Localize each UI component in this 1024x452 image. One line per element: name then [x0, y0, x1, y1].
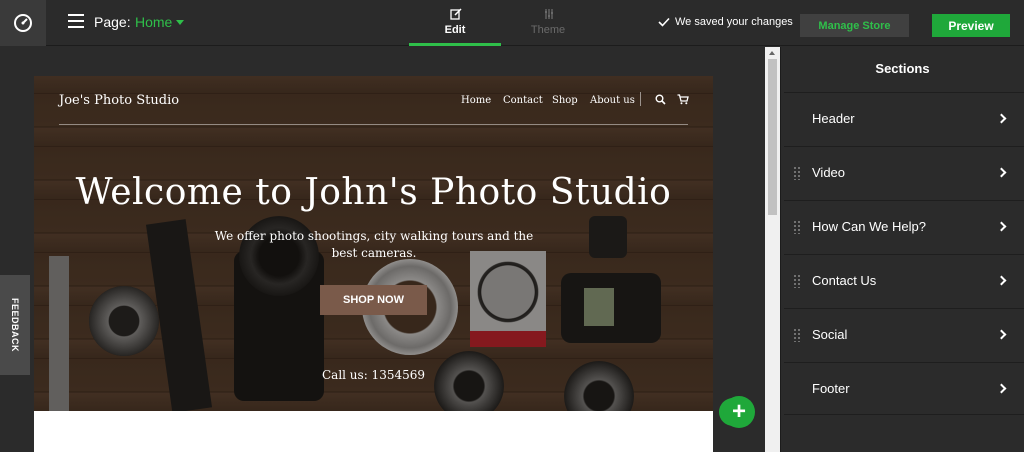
top-toolbar: Page: Home Edit Theme We saved your chan… [0, 0, 1024, 46]
save-status: We saved your changes [658, 16, 793, 28]
call-us-text[interactable]: Call us: 1354569 [34, 368, 713, 382]
chevron-right-icon [996, 383, 1007, 394]
page-select[interactable]: Home [135, 14, 172, 30]
section-item-video[interactable]: Video [784, 146, 1024, 199]
tab-edit[interactable]: Edit [409, 0, 501, 46]
nav-separator [640, 92, 641, 106]
feedback-tab[interactable]: FEEDBACK [0, 275, 30, 375]
nav-link-home[interactable]: Home [461, 95, 491, 106]
caret-down-icon[interactable] [176, 20, 184, 25]
manage-store-button[interactable]: Manage Store [800, 14, 909, 37]
section-item-label: How Can We Help? [812, 219, 926, 234]
chevron-right-icon [996, 329, 1007, 340]
editor-canvas: Joe's Photo Studio Home Contact Shop Abo… [0, 47, 765, 452]
sidebar-title: Sections [875, 61, 930, 76]
scroll-thumb[interactable] [768, 59, 777, 215]
add-section-button[interactable]: + [723, 396, 755, 428]
chevron-right-icon [996, 275, 1007, 286]
header-divider [59, 124, 688, 125]
tab-theme-label: Theme [530, 24, 566, 36]
hero-subtitle[interactable]: We offer photo shootings, city walking t… [214, 228, 534, 262]
hamburger-menu-icon[interactable] [68, 14, 84, 28]
search-icon[interactable] [655, 94, 666, 105]
drag-handle-icon[interactable] [793, 274, 801, 288]
active-tab-indicator [409, 43, 501, 46]
dashboard-icon [14, 14, 32, 32]
hero-section[interactable]: Joe's Photo Studio Home Contact Shop Abo… [34, 76, 713, 411]
chevron-right-icon [996, 113, 1007, 124]
tab-edit-label: Edit [444, 24, 466, 36]
nav-link-shop[interactable]: Shop [552, 95, 578, 106]
section-item-contact-us[interactable]: Contact Us [784, 254, 1024, 307]
hero-title[interactable]: Welcome to John's Photo Studio [34, 172, 713, 213]
section-item-label: Social [812, 327, 848, 342]
section-item-label: Video [812, 165, 846, 180]
sections-sidebar: Sections Header Video How Can We Help? C… [780, 47, 1024, 452]
section-item-header[interactable]: Header [784, 92, 1024, 145]
section-item-footer[interactable]: Footer [784, 362, 1024, 415]
nav-link-about[interactable]: About us [590, 95, 635, 106]
drag-handle-icon[interactable] [793, 166, 801, 180]
edit-icon [450, 8, 462, 20]
feedback-label: FEEDBACK [10, 297, 21, 353]
save-status-text: We saved your changes [675, 16, 793, 28]
canvas-scrollbar[interactable] [765, 47, 780, 452]
preview-button[interactable]: Preview [932, 14, 1010, 37]
chevron-right-icon [996, 167, 1007, 178]
site-logo[interactable]: Joe's Photo Studio [59, 93, 179, 108]
nav-link-contact[interactable]: Contact [503, 95, 543, 106]
chevron-right-icon [996, 221, 1007, 232]
section-item-social[interactable]: Social [784, 308, 1024, 361]
section-item-how-can-we-help[interactable]: How Can We Help? [784, 200, 1024, 253]
plus-icon: + [731, 398, 746, 425]
section-item-label: Footer [812, 381, 850, 396]
tab-theme[interactable]: Theme [502, 0, 594, 46]
checkmark-icon [658, 17, 670, 27]
theme-icon [545, 9, 553, 19]
drag-handle-icon[interactable] [793, 328, 801, 342]
shop-now-button[interactable]: SHOP NOW [320, 285, 427, 315]
section-item-label: Contact Us [812, 273, 877, 288]
cart-icon[interactable] [677, 94, 689, 105]
section-item-label: Header [812, 111, 855, 126]
site-preview: Joe's Photo Studio Home Contact Shop Abo… [34, 76, 713, 452]
dashboard-button[interactable] [0, 0, 46, 46]
scroll-up-arrow-icon[interactable] [769, 51, 775, 55]
drag-handle-icon[interactable] [793, 220, 801, 234]
page-label: Page: [94, 14, 131, 30]
